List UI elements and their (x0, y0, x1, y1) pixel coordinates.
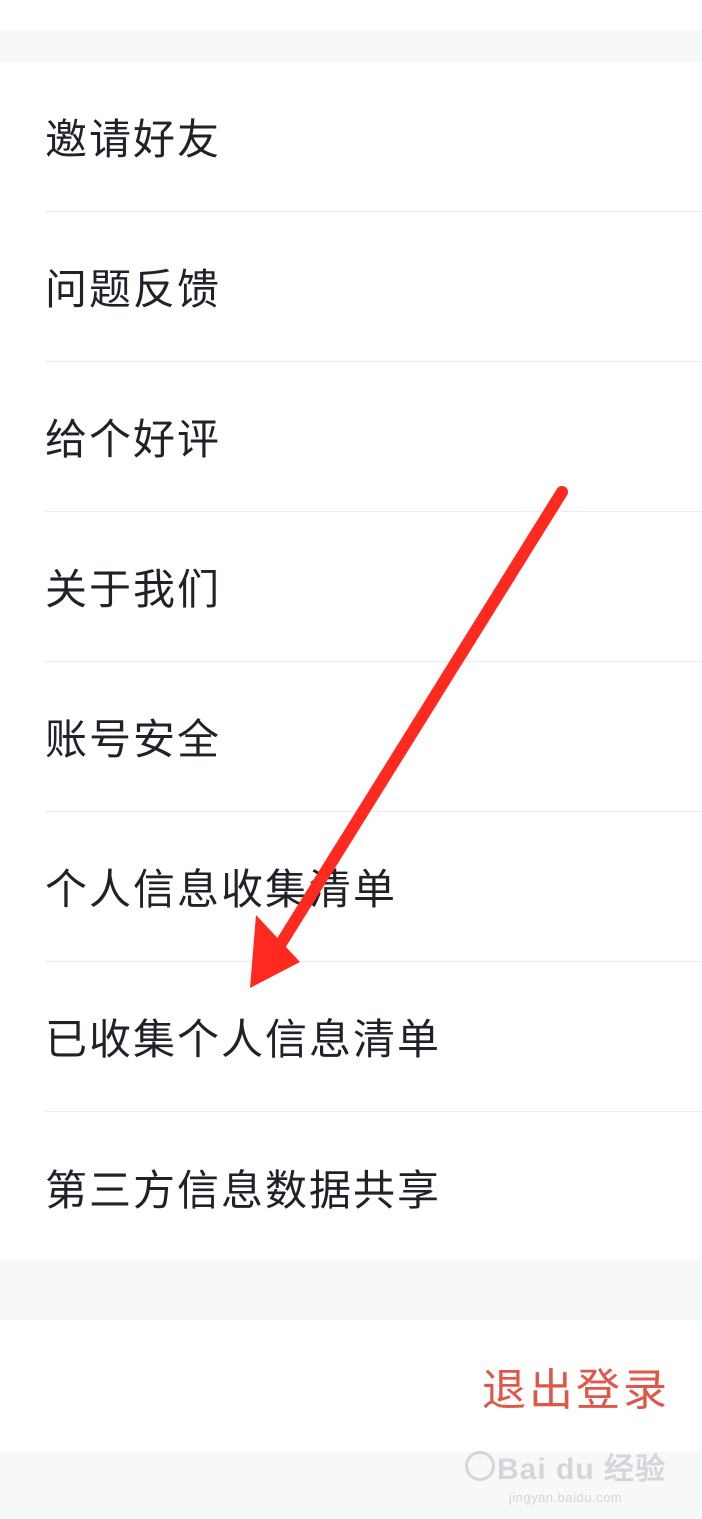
baidu-jingyan-watermark: Bai du 经验 jingyan.baidu.com (464, 1444, 666, 1505)
paw-logo-icon (464, 1451, 495, 1481)
menu-item-label: 第三方信息数据共享 (45, 1165, 442, 1215)
logout-button[interactable]: 退出登录 (482, 1320, 670, 1452)
menu-item-about-us[interactable]: 关于我们 (45, 512, 702, 662)
settings-screen: 邀请好友 问题反馈 给个好评 关于我们 账号安全 个人信息收集清单 已收集个人信… (0, 0, 702, 1519)
menu-item-third-party-data-sharing[interactable]: 第三方信息数据共享 (45, 1112, 702, 1262)
menu-item-label: 已收集个人信息清单 (45, 1015, 442, 1064)
menu-item-label: 邀请好友 (45, 115, 222, 164)
watermark-url: jingyan.baidu.com (508, 1490, 623, 1505)
menu-item-label: 给个好评 (45, 415, 222, 464)
menu-item-account-security[interactable]: 账号安全 (45, 662, 702, 812)
menu-item-collected-personal-info-list[interactable]: 已收集个人信息清单 (45, 962, 702, 1112)
menu-item-feedback[interactable]: 问题反馈 (45, 212, 702, 362)
top-card-edge (0, 0, 702, 30)
menu-item-label: 问题反馈 (45, 265, 222, 314)
menu-item-label: 账号安全 (45, 715, 222, 764)
menu-item-label: 个人信息收集清单 (45, 865, 398, 914)
settings-menu: 邀请好友 问题反馈 给个好评 关于我们 账号安全 个人信息收集清单 已收集个人信… (0, 62, 702, 1260)
menu-item-rate-app[interactable]: 给个好评 (45, 362, 702, 512)
menu-item-personal-info-collection-list[interactable]: 个人信息收集清单 (45, 812, 702, 962)
menu-item-label: 关于我们 (45, 565, 222, 614)
logout-section: 退出登录 (0, 1320, 702, 1452)
menu-item-invite-friends[interactable]: 邀请好友 (45, 62, 702, 212)
